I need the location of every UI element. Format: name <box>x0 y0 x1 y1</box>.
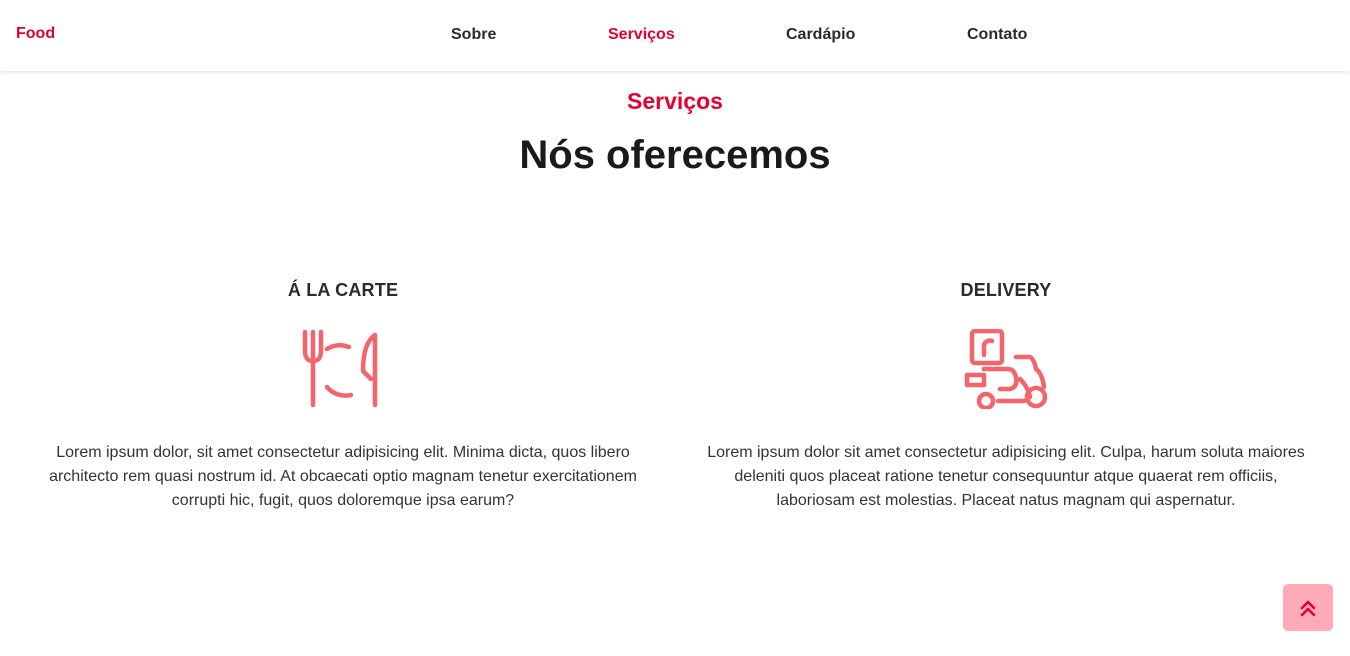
back-to-top-button[interactable] <box>1283 584 1333 631</box>
service-card-title: Á LA CARTE <box>287 280 399 300</box>
nav-link-contato[interactable]: Contato <box>967 26 1027 44</box>
service-card-a-la-carte: Á LA CARTE Lorem ipsum dolor, sit amet c… <box>33 280 653 513</box>
service-card-description: Lorem ipsum dolor, sit amet consectetur … <box>49 444 637 509</box>
delivery-scooter-icon <box>964 329 1048 409</box>
nav-link-servicos[interactable]: Serviços <box>608 26 675 44</box>
service-card-description: Lorem ipsum dolor sit amet consectetur a… <box>707 444 1305 509</box>
double-chevron-up-icon <box>1300 600 1316 616</box>
service-card-title: DELIVERY <box>960 280 1052 300</box>
nav-link-cardapio[interactable]: Cardápio <box>786 26 855 44</box>
service-card-delivery: DELIVERY Lorem ipsum dolor sit amet cons… <box>696 280 1316 513</box>
navbar: Food Sobre Serviços Cardápio Contato <box>0 0 1350 71</box>
plate-cutlery-icon <box>302 329 378 408</box>
nav-link-sobre[interactable]: Sobre <box>451 26 496 44</box>
brand-logo-link[interactable]: Food <box>16 25 55 43</box>
section-title: Nós oferecemos <box>519 133 831 177</box>
section-tag: Serviços <box>627 88 723 114</box>
